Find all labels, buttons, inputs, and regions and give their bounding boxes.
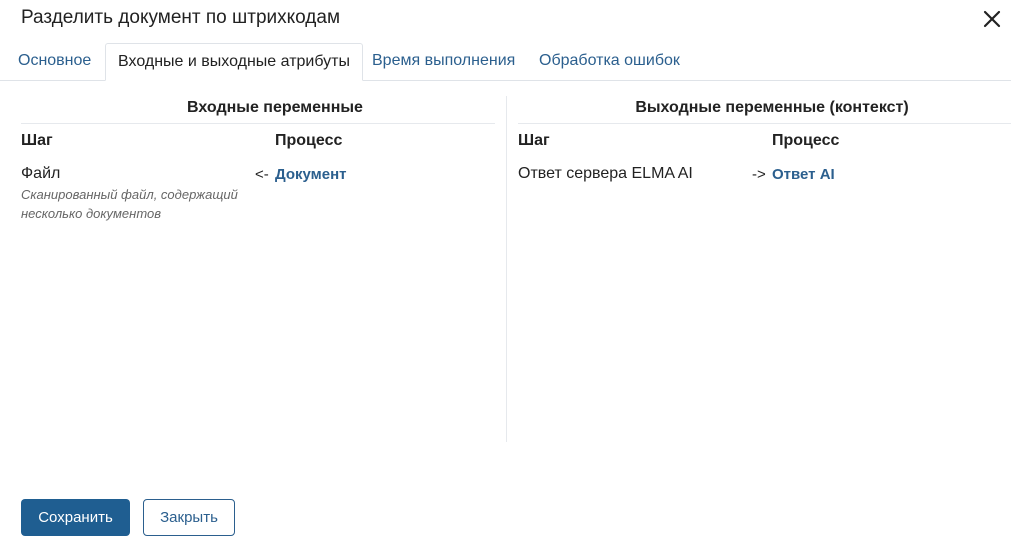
input-panel-title: Входные переменные [187,99,363,116]
save-button[interactable]: Сохранить [21,499,130,536]
output-panel-title: Выходные переменные (контекст) [635,99,909,116]
tab-io-attributes[interactable]: Входные и выходные атрибуты [105,43,363,81]
output-title-divider [518,123,1011,124]
input-step-description: Сканированный файл, содержащий несколько… [21,187,238,221]
output-col-process: Процесс [772,132,840,149]
input-process-link[interactable]: Документ [275,165,347,185]
input-col-step: Шаг [21,132,53,149]
tab-error-handling[interactable]: Обработка ошибок [527,43,692,79]
output-col-step: Шаг [518,132,550,149]
input-step-name: Файл [21,165,61,182]
output-arrow: -> [752,166,766,183]
panels-divider [506,96,507,442]
input-title-divider [21,123,495,124]
dialog: Разделить документ по штрихкодам Основно… [0,0,1011,545]
tab-execution-time[interactable]: Время выполнения [360,43,527,79]
close-icon[interactable] [980,7,1004,31]
input-arrow: <- [255,166,269,183]
input-col-process: Процесс [275,132,343,149]
close-button[interactable]: Закрыть [143,499,235,536]
dialog-title: Разделить документ по штрихкодам [21,7,341,28]
tab-bar: Основное Входные и выходные атрибуты Вре… [0,43,1011,81]
tab-main[interactable]: Основное [6,43,103,79]
output-process-link[interactable]: Ответ AI [772,165,835,185]
output-step-name: Ответ сервера ELMA AI [518,165,693,182]
